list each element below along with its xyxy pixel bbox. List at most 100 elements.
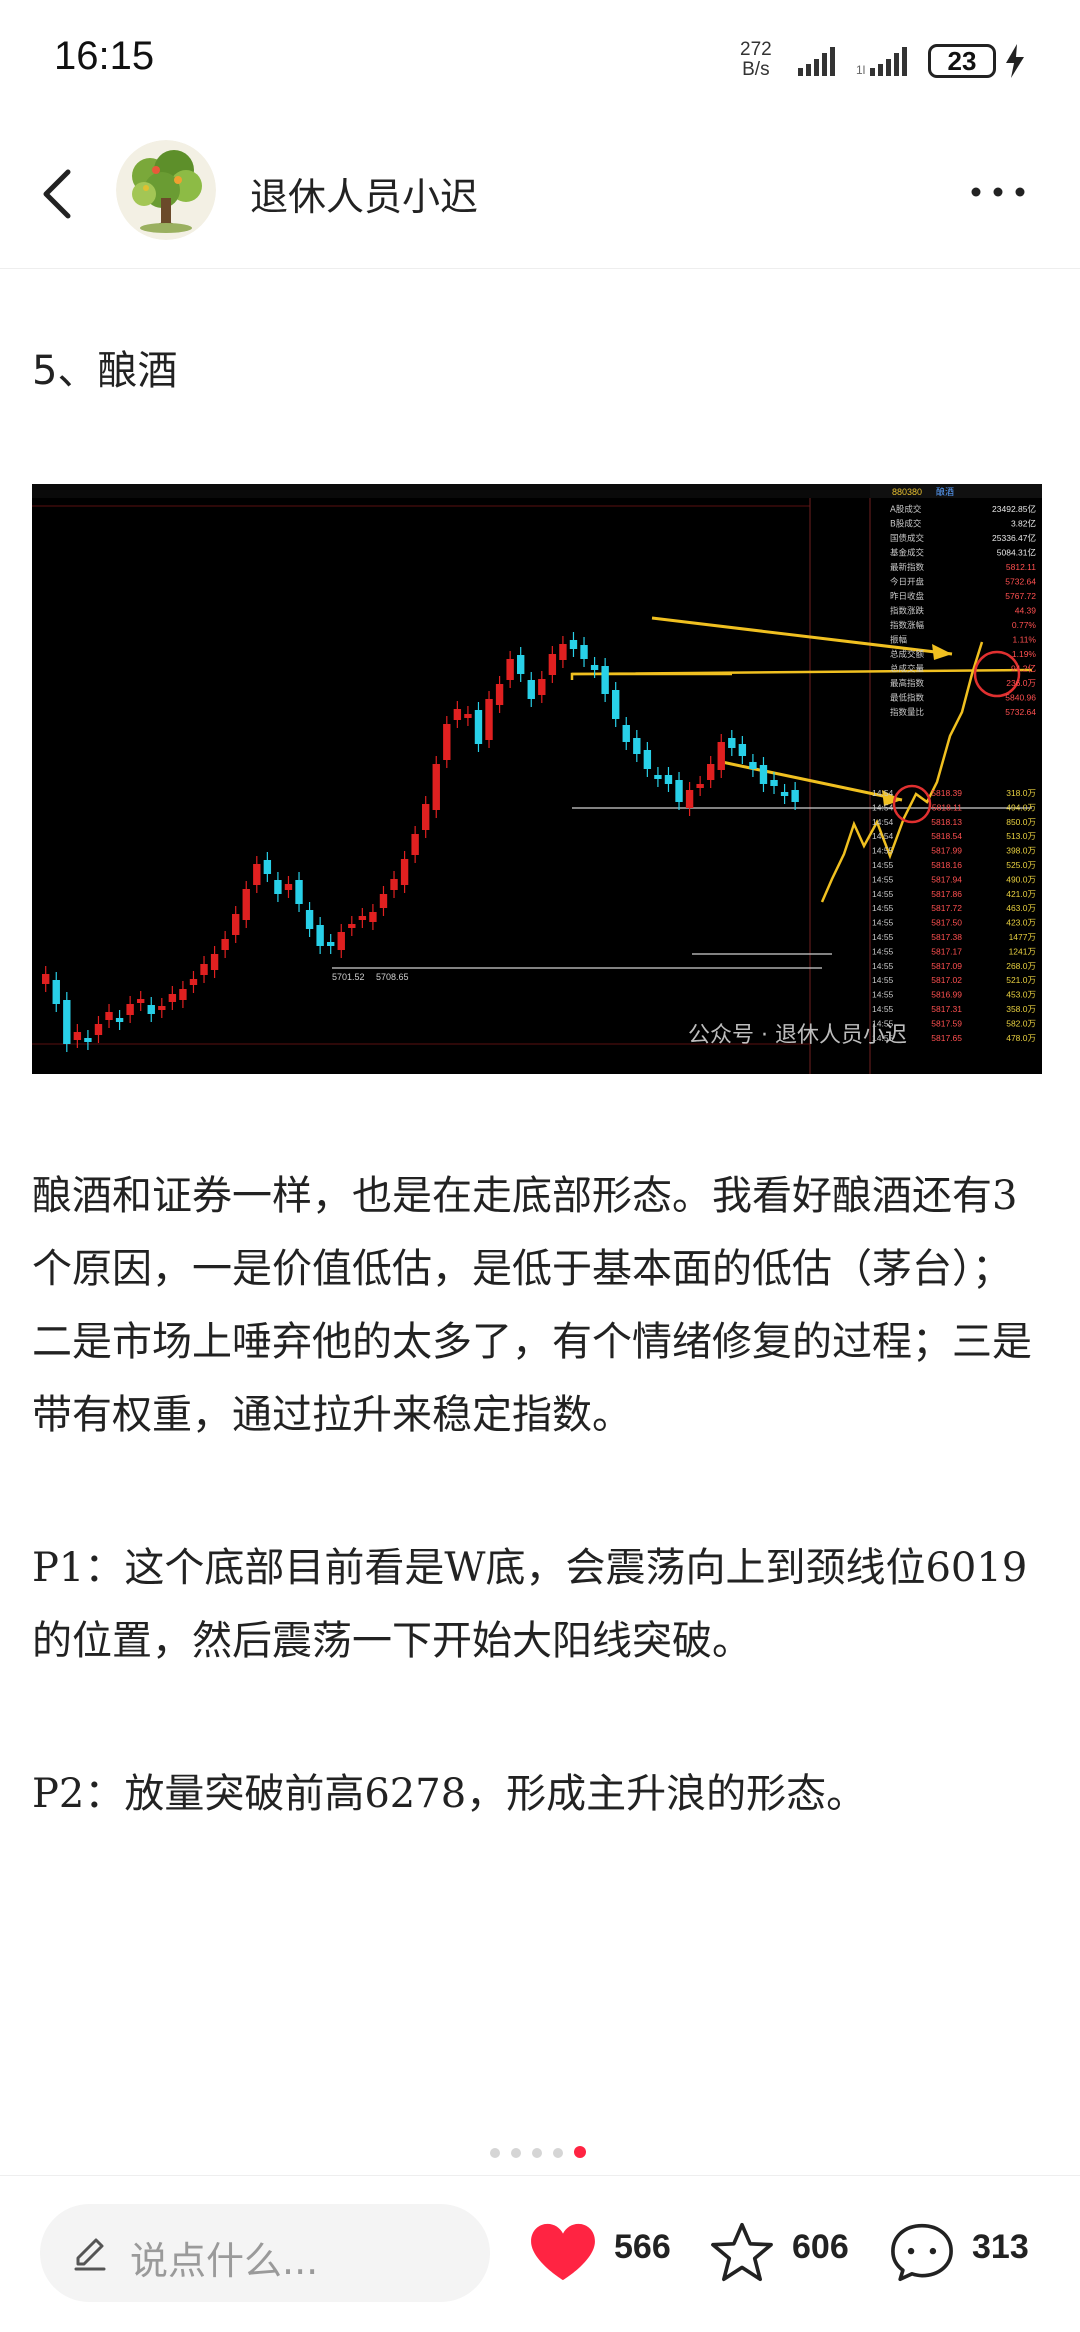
tick-volume: 398.0万 (1006, 846, 1036, 856)
candle (126, 1004, 134, 1015)
quote-value: 44.39 (1015, 606, 1037, 616)
watermark: 公众号 · 退休人员小迟 (688, 1023, 907, 1048)
candle (179, 989, 187, 1000)
candle (538, 679, 546, 695)
quote-value: 5732.64 (1005, 577, 1036, 587)
candle (390, 879, 398, 890)
candle (305, 910, 314, 929)
candle (464, 714, 472, 718)
candle (622, 725, 630, 742)
candle (284, 884, 293, 890)
tick-price: 5817.09 (931, 961, 962, 971)
article-chart-image[interactable]: 880380 酿酒 5701.52 5708.65 A股成交 23492.85亿 B… (32, 484, 1042, 1074)
page-dot (490, 2148, 500, 2158)
candle (495, 684, 504, 705)
quote-value: 23492.85亿 (992, 504, 1036, 514)
quote-value: 5840.96 (1005, 693, 1036, 703)
tick-price: 5818.39 (931, 788, 962, 798)
comment-input[interactable]: 说点什么... (40, 2204, 490, 2302)
candle (358, 916, 367, 920)
candle (94, 1024, 103, 1035)
candle (168, 994, 177, 1002)
quote-value: 236.0万 (1006, 678, 1036, 688)
quote-value: 94.2亿 (1011, 664, 1036, 674)
comment-placeholder: 说点什么... (130, 2239, 319, 2283)
candle (52, 980, 60, 1004)
candle (158, 1006, 166, 1010)
candle (707, 764, 715, 780)
section-title: 5、酿酒 (32, 348, 178, 394)
quote-label: 指数涨跌 (890, 606, 925, 617)
tick-price: 5817.17 (931, 946, 962, 956)
quote-label: 振幅 (890, 635, 908, 646)
candle (105, 1012, 113, 1020)
page-dot (532, 2148, 542, 2158)
tick-price: 5817.59 (931, 1018, 962, 1028)
candle (780, 792, 789, 796)
quote-label: 总成交量 (890, 664, 925, 675)
signal-icon (798, 47, 835, 76)
favorite-count: 606 (792, 2228, 849, 2266)
quote-value: 1.19% (1012, 649, 1037, 659)
author-name[interactable]: 退休人员小迟 (250, 166, 478, 221)
tick-time: 14:55 (872, 1004, 894, 1014)
candle (601, 666, 609, 694)
like-count: 566 (614, 2228, 671, 2266)
network-speed-value: 272 (740, 39, 772, 60)
tick-time: 14:55 (872, 846, 894, 856)
tick-time: 14:54 (872, 817, 894, 827)
quote-label: 最高指数 (890, 678, 925, 689)
candle (728, 738, 736, 748)
candle (115, 1018, 124, 1022)
candle (675, 780, 683, 802)
candle (369, 912, 377, 922)
back-icon[interactable] (32, 162, 88, 226)
candle (559, 644, 567, 660)
quote-value: 25336.47亿 (992, 533, 1036, 543)
candle (759, 765, 768, 784)
candle (791, 790, 799, 802)
tick-price: 5818.16 (931, 860, 962, 870)
author-avatar[interactable] (116, 140, 216, 240)
page-dot (553, 2148, 563, 2158)
candle (422, 804, 430, 830)
tick-price: 5817.94 (931, 874, 962, 884)
candle (263, 860, 272, 874)
candle (189, 979, 198, 985)
quote-value: 5084.31亿 (997, 548, 1036, 558)
quote-label: 指数涨幅 (890, 620, 925, 631)
low-label-1: 5701.52 (332, 972, 365, 982)
annotation-arrowhead-1 (932, 644, 952, 660)
candle (527, 680, 535, 699)
tick-volume: 478.0万 (1006, 1033, 1036, 1043)
candle (400, 859, 409, 885)
candle (580, 645, 588, 659)
tick-time: 14:54 (872, 831, 894, 841)
like-heart-icon[interactable] (526, 2222, 600, 2282)
candle (295, 880, 303, 904)
signal-icon-2: 1l (856, 47, 907, 77)
candle (696, 784, 704, 788)
tick-price: 5817.50 (931, 918, 962, 928)
candle (232, 914, 240, 935)
favorite-star-icon[interactable] (706, 2222, 778, 2282)
quote-value: 5732.64 (1005, 707, 1036, 717)
tick-price: 5817.86 (931, 889, 962, 899)
candle (327, 942, 335, 946)
candle (411, 834, 419, 855)
tick-time: 14:55 (872, 961, 894, 971)
comment-bubble-icon[interactable] (886, 2222, 958, 2282)
more-options-icon[interactable] (966, 172, 1030, 212)
page-dot-active (574, 2146, 586, 2158)
candle (200, 964, 208, 975)
paragraph-1: 酿酒和证券一样，也是在走底部形态。我看好酿酒还有3个原因，一是价值低估，是低于基… (32, 1173, 1032, 1438)
quote-label: 昨日收盘 (890, 591, 925, 602)
paragraph-2: P1：这个底部目前看是W底，会震荡向上到颈线位6019的位置，然后震荡一下开始大… (32, 1545, 1028, 1664)
candle (242, 889, 250, 920)
tick-volume: 582.0万 (1006, 1018, 1036, 1028)
tick-price: 5818.11 (932, 802, 962, 812)
tick-volume: 268.0万 (1006, 961, 1036, 971)
tick-price: 5817.38 (931, 932, 962, 942)
tick-time: 14:55 (872, 889, 894, 899)
chart-code: 880380 (892, 487, 922, 497)
